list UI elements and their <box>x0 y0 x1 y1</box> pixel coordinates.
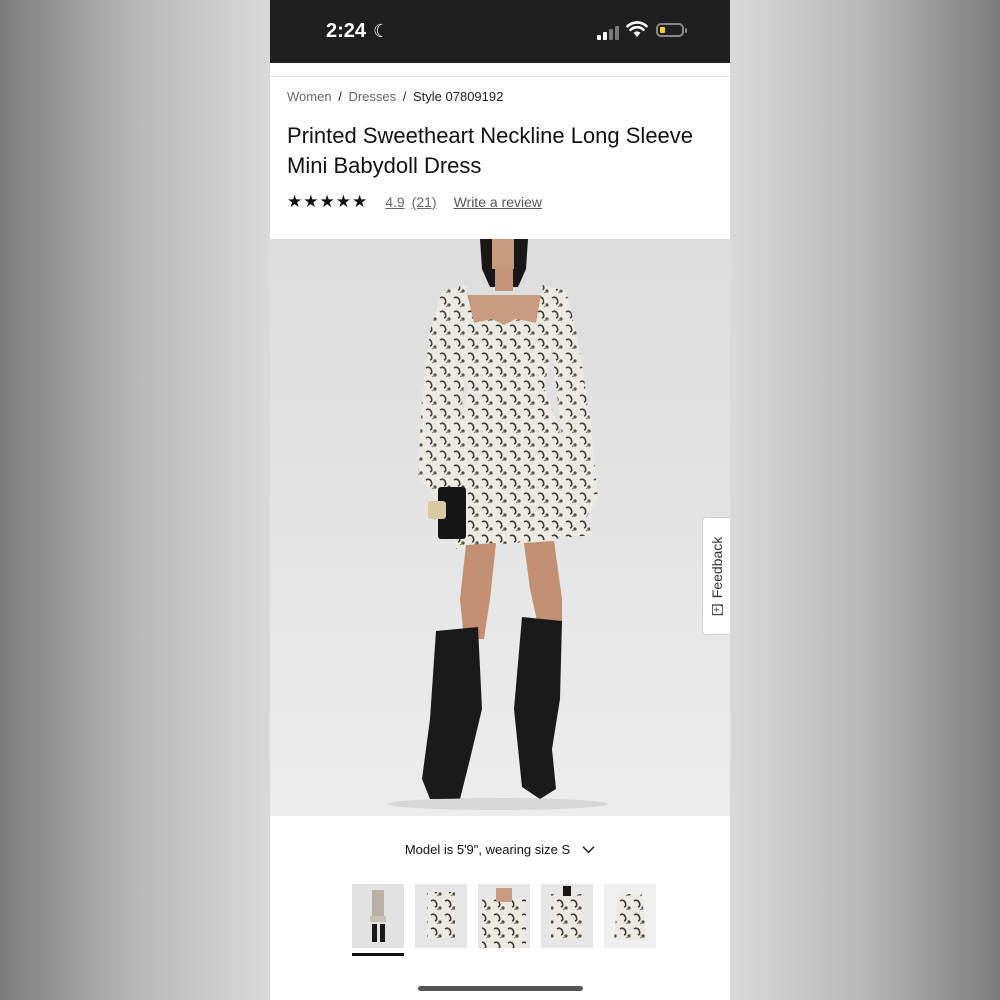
divider <box>270 76 730 77</box>
thumbnail-gallery <box>352 884 656 956</box>
status-time: 2:24 <box>326 20 367 42</box>
phone-screen: 2:24 ☾ Women / Dresses / Style 07809192 … <box>270 0 730 1000</box>
feedback-label: Feedback <box>708 536 725 599</box>
rating-value-link[interactable]: 4.9 <box>385 194 404 210</box>
review-count-link[interactable]: (21) <box>412 194 437 210</box>
signal-icon <box>597 24 621 40</box>
thumbnail-1[interactable] <box>352 884 404 956</box>
wifi-icon <box>626 21 648 37</box>
model-photo <box>388 239 608 810</box>
chevron-down-icon <box>582 846 595 854</box>
breadcrumb-dresses[interactable]: Dresses <box>348 89 396 104</box>
write-review-link[interactable]: Write a review <box>454 194 542 210</box>
model-info-toggle[interactable]: Model is 5'9", wearing size S <box>270 842 730 857</box>
thumbnail-5[interactable] <box>604 884 656 950</box>
model-info-text: Model is 5'9", wearing size S <box>404 842 571 857</box>
battery-icon <box>656 23 687 37</box>
home-indicator[interactable] <box>418 986 583 991</box>
status-bar: 2:24 ☾ <box>270 0 730 63</box>
thumbnail-2[interactable] <box>415 884 467 950</box>
moon-icon: ☾ <box>373 21 390 41</box>
breadcrumb-women[interactable]: Women <box>287 89 332 104</box>
thumbnail-4[interactable] <box>541 884 593 950</box>
breadcrumb: Women / Dresses / Style 07809192 <box>287 89 503 104</box>
product-main-image[interactable] <box>270 239 730 816</box>
rating-row: ★★★★★ 4.9 (21) Write a review <box>287 192 542 212</box>
feedback-icon: [+] <box>711 604 722 616</box>
feedback-tab[interactable]: [+] Feedback <box>702 517 730 635</box>
breadcrumb-separator: / <box>402 89 407 104</box>
star-rating-icon: ★★★★★ <box>287 192 369 211</box>
product-title: Printed Sweetheart Neckline Long Sleeve … <box>287 123 694 178</box>
thumbnail-3[interactable] <box>478 884 530 950</box>
breadcrumb-current: Style 07809192 <box>413 89 504 104</box>
breadcrumb-separator: / <box>338 89 342 104</box>
